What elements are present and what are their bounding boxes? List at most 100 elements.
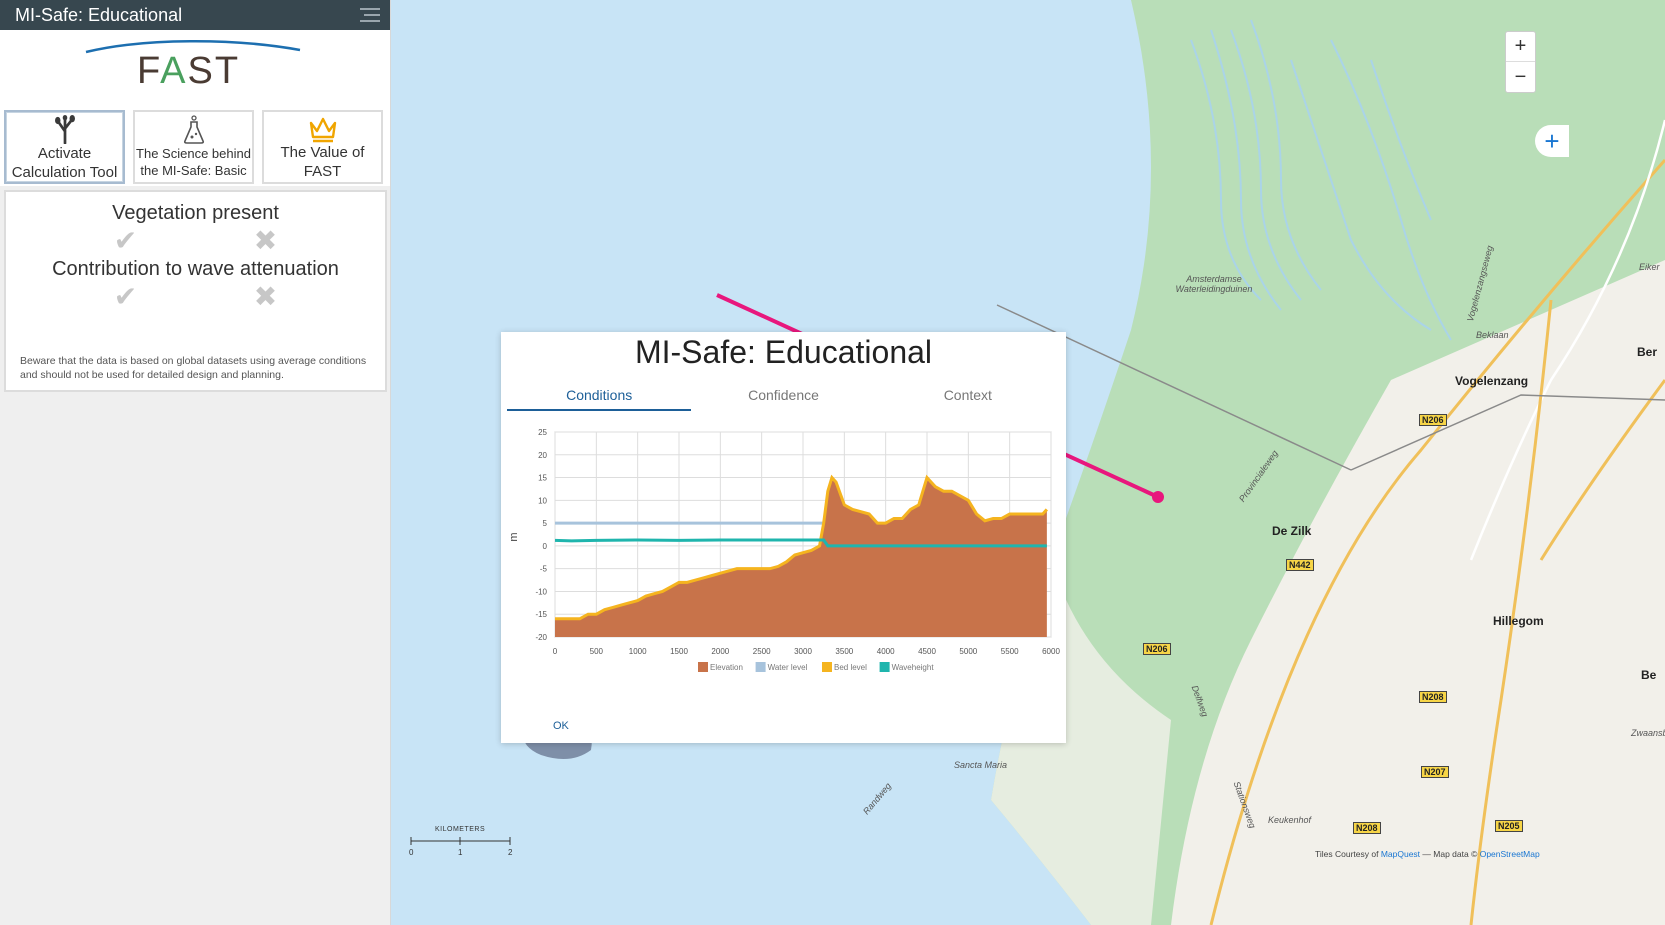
value-of-fast-button[interactable]: The Value of FAST <box>262 110 383 184</box>
legend-swatch <box>879 662 890 672</box>
chart-legend: Elevation Water level Bed level Waveheight <box>698 662 934 672</box>
logo-letters-st: ST <box>187 50 241 92</box>
vegetation-heading: Vegetation present <box>112 202 279 224</box>
tab-conditions[interactable]: Conditions <box>507 387 692 411</box>
y-tick-label: 5 <box>543 519 548 528</box>
legend-label: Bed level <box>834 663 867 672</box>
x-tick-label: 6000 <box>1042 647 1060 656</box>
road-sign: N207 <box>1421 766 1449 778</box>
openstreetmap-link[interactable]: OpenStreetMap <box>1480 849 1540 859</box>
map-label-hillegom: Hillegom <box>1493 614 1544 628</box>
road-sign: N206 <box>1143 643 1171 655</box>
y-tick-label: -10 <box>535 587 547 596</box>
x-tick-label: 0 <box>553 647 558 656</box>
y-tick-label: -15 <box>535 610 547 619</box>
app-title: MI-Safe: Educational <box>15 4 183 25</box>
map-label-eiker: Eiker <box>1639 262 1660 272</box>
x-tick-label: 2500 <box>753 647 771 656</box>
map-label-amsterdamse: Amsterdamse Waterleidingduinen <box>1175 274 1253 294</box>
flask-icon <box>183 115 204 144</box>
y-tick-label: 20 <box>538 451 547 460</box>
x-tick-label: 4500 <box>918 647 936 656</box>
y-tick-label: -5 <box>540 565 548 574</box>
x-tick-label: 1000 <box>629 647 647 656</box>
map-label-de-zilk: De Zilk <box>1272 524 1312 538</box>
activate-calculation-tool-button[interactable]: Activate Calculation Tool <box>4 110 125 184</box>
chart-y-ticks: -20 -15 -10 -5 0 5 10 15 20 25 <box>535 428 547 642</box>
y-tick-label: -20 <box>535 633 547 642</box>
sidebar: MI-Safe: Educational FAST Activate Calcu… <box>0 0 391 925</box>
y-tick-label: 15 <box>538 474 547 483</box>
expand-panel-button[interactable]: + <box>1535 125 1569 157</box>
x-tick-label: 1500 <box>670 647 688 656</box>
activate-calculation-tool-label: Activate Calculation Tool <box>11 145 118 181</box>
menu-icon[interactable] <box>360 8 380 22</box>
scale-title: KILOMETERS <box>435 826 486 833</box>
road-sign: N206 <box>1419 414 1447 426</box>
zoom-out-button[interactable]: − <box>1506 62 1535 92</box>
legend-swatch <box>755 662 766 672</box>
science-basic-label: The Science behind the MI-Safe: Basic <box>136 146 251 178</box>
disclaimer-text: Beware that the data is based on global … <box>20 355 367 381</box>
x-tick-label: 3500 <box>835 647 853 656</box>
legend-swatch <box>822 662 832 672</box>
modal-title: MI-Safe: Educational <box>634 334 933 370</box>
chart-x-ticks: 0 500 1000 1500 2000 2500 3000 3500 4000 4500 5000… <box>553 647 1061 656</box>
x-tick-label: 2000 <box>711 647 729 656</box>
ok-button[interactable]: OK <box>553 720 569 732</box>
crown-icon <box>309 117 336 143</box>
mapquest-link[interactable]: MapQuest <box>1381 849 1420 859</box>
check-icon[interactable]: ✔ <box>111 227 141 255</box>
x-tick-label: 4000 <box>877 647 895 656</box>
x-tick-label: 5500 <box>1001 647 1019 656</box>
nav-buttons: Activate Calculation Tool The Science be… <box>0 106 390 186</box>
road-sign: N442 <box>1286 559 1314 571</box>
legend-label: Waveheight <box>892 663 935 672</box>
legend-swatch <box>698 662 708 672</box>
cross-icon[interactable]: ✖ <box>251 283 281 311</box>
x-tick-label: 3000 <box>794 647 812 656</box>
value-of-fast-label: The Value of FAST <box>280 144 365 180</box>
road-sign: N208 <box>1353 822 1381 834</box>
chart-y-label: m <box>508 532 520 541</box>
logo: FAST <box>0 30 390 106</box>
scale-tick: 1 <box>458 848 463 857</box>
logo-letter-a: A <box>160 50 188 92</box>
zoom-in-button[interactable]: + <box>1506 32 1535 62</box>
plant-icon <box>54 115 75 144</box>
map-attribution: Tiles Courtesy of MapQuest — Map data © … <box>1315 849 1540 859</box>
legend-label: Elevation <box>710 663 743 672</box>
y-tick-label: 10 <box>538 496 547 505</box>
app-header: MI-Safe: Educational <box>0 0 390 30</box>
scale-tick: 2 <box>508 848 513 857</box>
scale-tick: 0 <box>409 848 414 857</box>
y-tick-label: 25 <box>538 428 547 437</box>
scale-ruler-icon <box>410 837 511 845</box>
modal-tabs: Conditions Confidence Context <box>507 387 1060 411</box>
tab-context[interactable]: Context <box>876 387 1060 411</box>
road-sign: N205 <box>1495 820 1523 832</box>
legend-label: Water level <box>768 663 808 672</box>
modal-dialog: MI-Safe: Educational Conditions Confiden… <box>501 332 1066 743</box>
logo-text: FAST <box>137 50 240 93</box>
tab-confidence[interactable]: Confidence <box>691 387 875 411</box>
map-label-be: Be <box>1641 668 1657 682</box>
info-panel: Vegetation present ✔ ✖ Contribution to w… <box>4 190 387 392</box>
science-basic-button[interactable]: The Science behind the MI-Safe: Basic <box>133 110 254 184</box>
map-label-zwaansb: Zwaansb <box>1631 728 1665 738</box>
zoom-control: + − <box>1505 31 1536 93</box>
x-tick-label: 500 <box>590 647 604 656</box>
x-tick-label: 5000 <box>959 647 977 656</box>
check-icon[interactable]: ✔ <box>111 283 141 311</box>
logo-letter-f: F <box>137 50 161 92</box>
attribution-pre: Tiles Courtesy of <box>1315 849 1381 859</box>
scale-bar: KILOMETERS 0 1 2 <box>409 826 519 858</box>
attribution-mid: — Map data © <box>1420 849 1480 859</box>
attenuation-heading: Contribution to wave attenuation <box>52 258 339 280</box>
map-label-ber: Ber <box>1637 345 1658 359</box>
map-label-vogelenzang: Vogelenzang <box>1455 374 1529 388</box>
map-label-keukenhof: Keukenhof <box>1268 815 1312 825</box>
map-label-sancta-maria: Sancta Maria <box>954 760 1008 770</box>
map-label-beklaan: Beklaan <box>1476 330 1509 340</box>
cross-icon[interactable]: ✖ <box>251 227 281 255</box>
